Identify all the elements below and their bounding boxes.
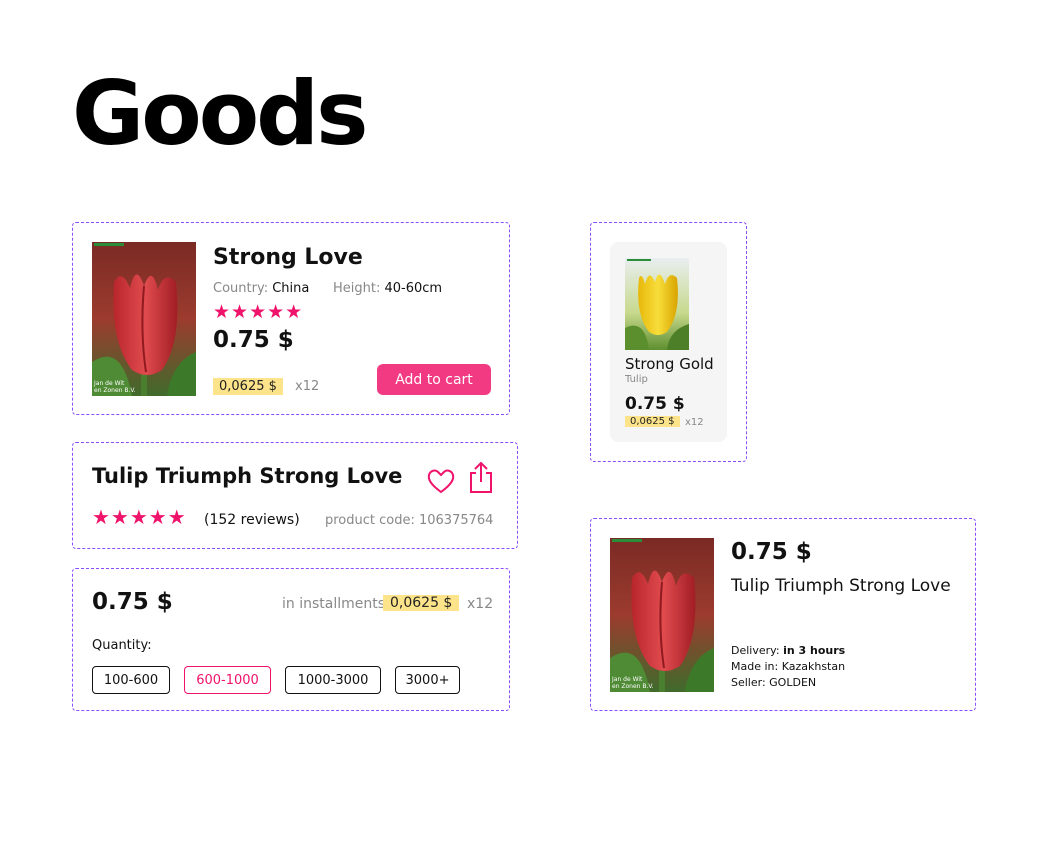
favorite-button[interactable] xyxy=(426,466,456,496)
reviews-count[interactable]: (152 reviews) xyxy=(204,512,300,528)
red-tulip-image[interactable]: Jan de Wit en Zonen B.V. xyxy=(610,538,714,692)
product-title[interactable]: Tulip Triumph Strong Love xyxy=(731,576,951,596)
rating-stars: ★★★★★ xyxy=(92,505,187,529)
product-type: Tulip xyxy=(625,374,648,385)
installment-multiplier: x12 xyxy=(467,596,494,612)
seller: Seller: GOLDEN xyxy=(731,676,817,689)
installment-badge: 0,0625 $ xyxy=(213,378,283,395)
product-price: 0.75 $ xyxy=(213,327,294,353)
height-label: Height: xyxy=(333,281,381,296)
installment-badge: 0,0625 $ xyxy=(383,595,460,611)
delivery-value: in 3 hours xyxy=(783,644,846,657)
page-title: Goods xyxy=(72,62,369,165)
product-name[interactable]: Strong Gold xyxy=(625,355,714,373)
height-value: 40-60cm xyxy=(384,281,443,296)
quantity-label: Quantity: xyxy=(92,638,152,653)
share-button[interactable] xyxy=(466,460,496,494)
price: 0.75 $ xyxy=(92,589,173,615)
yellow-tulip-image[interactable] xyxy=(625,258,689,350)
rating-stars: ★★★★★ xyxy=(213,301,304,323)
quantity-option[interactable]: 3000+ xyxy=(395,666,460,694)
product-tile: Strong Gold Tulip 0.75 $ 0,0625 $ x12 xyxy=(590,222,747,462)
product-price: 0.75 $ xyxy=(731,539,812,565)
price-block: 0.75 $ in installments 0,0625 $ x12 Quan… xyxy=(72,568,510,711)
height-row: Height: 40-60cm xyxy=(333,281,442,296)
installment-multiplier: x12 xyxy=(685,417,704,428)
product-header: Tulip Triumph Strong Love ★★★★★ (152 rev… xyxy=(72,442,518,549)
country-value: China xyxy=(272,281,310,296)
country-label: Country: xyxy=(213,281,269,296)
quantity-option-selected[interactable]: 600-1000 xyxy=(184,666,271,694)
product-card-compact: Jan de Wit en Zonen B.V. Strong Love Coun… xyxy=(72,222,510,415)
heart-icon xyxy=(427,469,455,494)
made-in: Made in: Kazakhstan xyxy=(731,660,846,673)
product-name[interactable]: Strong Love xyxy=(213,245,363,270)
delivery-row: Delivery: in 3 hours xyxy=(731,644,845,657)
installment-multiplier: x12 xyxy=(295,379,320,394)
red-tulip-image[interactable]: Jan de Wit en Zonen B.V. xyxy=(92,242,196,396)
product-title: Tulip Triumph Strong Love xyxy=(92,464,403,488)
installments-label: in installments xyxy=(282,596,386,612)
product-price: 0.75 $ xyxy=(625,394,685,414)
country-row: Country: China xyxy=(213,281,309,296)
quantity-option[interactable]: 1000-3000 xyxy=(285,666,381,694)
quantity-option[interactable]: 100-600 xyxy=(92,666,170,694)
product-code: product code: 106375764 xyxy=(325,513,494,528)
delivery-label: Delivery: xyxy=(731,644,780,657)
tile-background[interactable]: Strong Gold Tulip 0.75 $ 0,0625 $ x12 xyxy=(610,242,727,442)
installment-badge: 0,0625 $ xyxy=(625,416,680,427)
share-icon xyxy=(470,461,492,493)
add-to-cart-button[interactable]: Add to cart xyxy=(377,364,491,395)
product-row-card: Jan de Wit en Zonen B.V. 0.75 $ Tulip Tri… xyxy=(590,518,976,711)
